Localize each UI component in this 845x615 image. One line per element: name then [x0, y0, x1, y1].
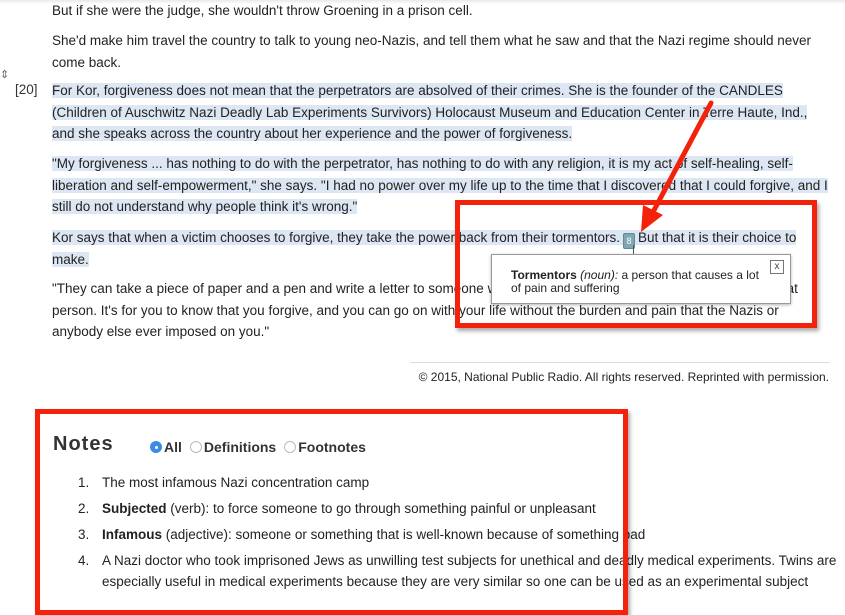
article-paragraph: But if she were the judge, she wouldn't …: [52, 3, 473, 18]
note-term: Subjected: [102, 501, 167, 516]
notes-list: 1. The most infamous Nazi concentration c…: [78, 472, 838, 597]
note-number: 1.: [78, 475, 90, 490]
popup-pos: (noun):: [580, 268, 619, 282]
radio-label: All: [164, 439, 182, 455]
notes-title: Notes: [53, 433, 114, 455]
text-before-marker: Kor says that when a victim chooses to f…: [52, 230, 621, 245]
note-term: Infamous: [102, 527, 163, 542]
note-number: 4.: [78, 553, 90, 568]
copyright-text: © 2015, National Public Radio. All right…: [418, 370, 829, 384]
divider: [410, 362, 830, 363]
highlighted-text: "My forgiveness ... has nothing to do wi…: [52, 156, 828, 214]
note-text: Subjected (verb): to force someone to go…: [102, 498, 596, 519]
note-rest: A Nazi doctor who took imprisoned Jews a…: [102, 553, 837, 589]
filter-definitions-radio[interactable]: Definitions: [189, 439, 277, 455]
paragraph-number: [20]: [15, 82, 38, 97]
note-rest: (adjective): someone or something that i…: [162, 527, 646, 542]
note-text: A Nazi doctor who took imprisoned Jews a…: [102, 550, 838, 592]
radio-label: Footnotes: [298, 439, 366, 455]
note-item: 4. A Nazi doctor who took imprisoned Jews…: [78, 550, 838, 592]
note-number: 3.: [78, 527, 90, 542]
popup-definition: Tormentors (noun): a person that causes …: [511, 269, 771, 295]
note-rest: (verb): to force someone to go through s…: [166, 501, 596, 516]
popup-close-button[interactable]: x: [770, 260, 784, 274]
note-item: 1. The most infamous Nazi concentration c…: [78, 472, 838, 493]
radio-checked-icon: [150, 441, 162, 453]
article-paragraph-highlighted: For Kor, forgiveness does not mean that …: [52, 80, 832, 145]
filter-all-radio[interactable]: All: [150, 439, 182, 455]
note-item: 3. Infamous (adjective): someone or somet…: [78, 524, 838, 545]
radio-unchecked-icon: [189, 441, 202, 453]
definition-popup: Tormentors (noun): a person that causes …: [491, 254, 791, 304]
filter-footnotes-radio[interactable]: Footnotes: [284, 439, 366, 455]
article-paragraph: She'd make him travel the country to tal…: [52, 33, 811, 70]
popup-term: Tormentors: [511, 268, 577, 282]
radio-label: Definitions: [203, 439, 277, 455]
radio-unchecked-icon: [284, 441, 297, 453]
article-paragraph-highlighted: "My forgiveness ... has nothing to do wi…: [52, 153, 832, 218]
note-number: 2.: [78, 501, 90, 516]
cursor-icon: ⇕: [0, 69, 10, 81]
note-text: The most infamous Nazi concentration cam…: [102, 472, 369, 493]
note-item: 2. Subjected (verb): to force someone to …: [78, 498, 838, 519]
notes-filter: All Definitions Footnotes: [150, 439, 366, 455]
note-rest: The most infamous Nazi concentration cam…: [102, 475, 370, 490]
highlighted-text: For Kor, forgiveness does not mean that …: [52, 83, 808, 141]
note-text: Infamous (adjective): someone or somethi…: [102, 524, 645, 545]
